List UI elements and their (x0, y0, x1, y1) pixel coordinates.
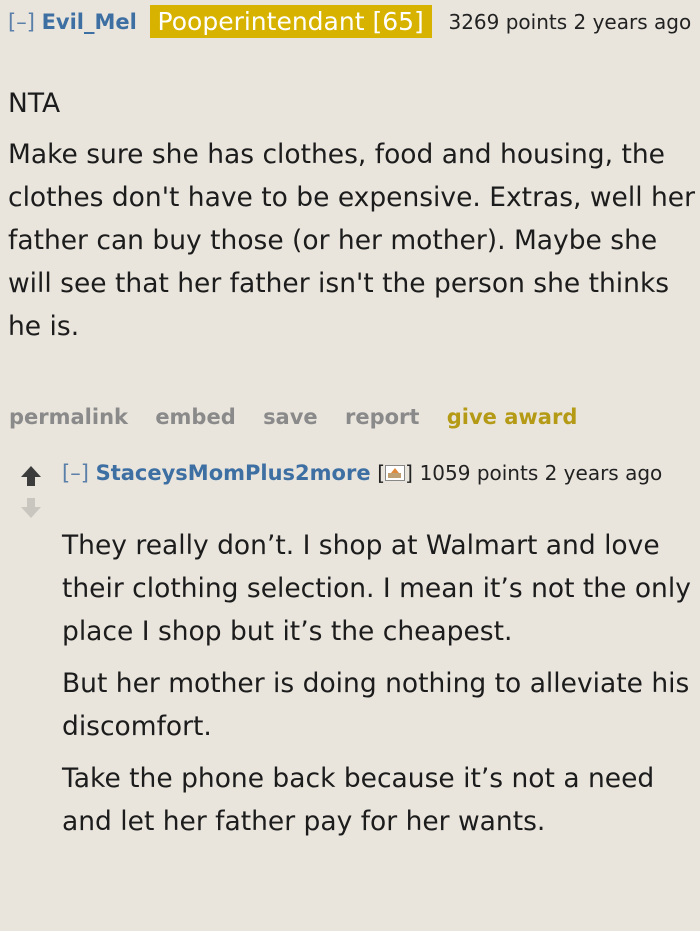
author-link[interactable]: StaceysMomPlus2more (96, 461, 371, 485)
user-flair: Pooperintendant [65] (149, 5, 432, 38)
give-award-link[interactable]: give award (447, 405, 578, 429)
comment-actions: permalink embed save report give award (9, 405, 597, 429)
embed-link[interactable]: embed (155, 405, 235, 429)
author-link[interactable]: Evil_Mel (42, 10, 137, 34)
comment-meta: 3269 points 2 years ago (448, 10, 692, 34)
permalink-link[interactable]: permalink (9, 405, 128, 429)
comment-paragraph: NTA (8, 88, 61, 119)
collapse-toggle[interactable]: [–] (62, 461, 89, 485)
comment-body: NTA Make sure she has clothes, food and … (8, 82, 696, 348)
vote-arrows (11, 466, 51, 518)
comment-paragraph: But her mother is doing nothing to allev… (62, 668, 690, 742)
reply-tagline: [–] StaceysMomPlus2more [] 1059 points 2… (62, 456, 698, 490)
report-link[interactable]: report (345, 405, 419, 429)
comment-paragraph: They really don’t. I shop at Walmart and… (62, 530, 691, 647)
flair-close-bracket: ] (405, 461, 413, 485)
downvote-arrow-icon[interactable] (11, 498, 51, 518)
upvote-arrow-icon[interactable] (11, 466, 51, 486)
comment-meta: 1059 points 2 years ago (419, 461, 663, 485)
parent-tagline: [–] Evil_Mel Pooperintendant [65] 3269 p… (8, 5, 698, 39)
comment-body: They really don’t. I shop at Walmart and… (62, 524, 694, 843)
save-link[interactable]: save (263, 405, 318, 429)
comment-paragraph: Make sure she has clothes, food and hous… (8, 139, 695, 342)
flair-open-bracket: [ (377, 461, 386, 485)
comment-paragraph: Take the phone back because it’s not a n… (62, 763, 655, 837)
collapse-toggle[interactable]: [–] (8, 10, 35, 34)
cake-icon (385, 465, 406, 481)
user-flair: [] (377, 461, 413, 485)
